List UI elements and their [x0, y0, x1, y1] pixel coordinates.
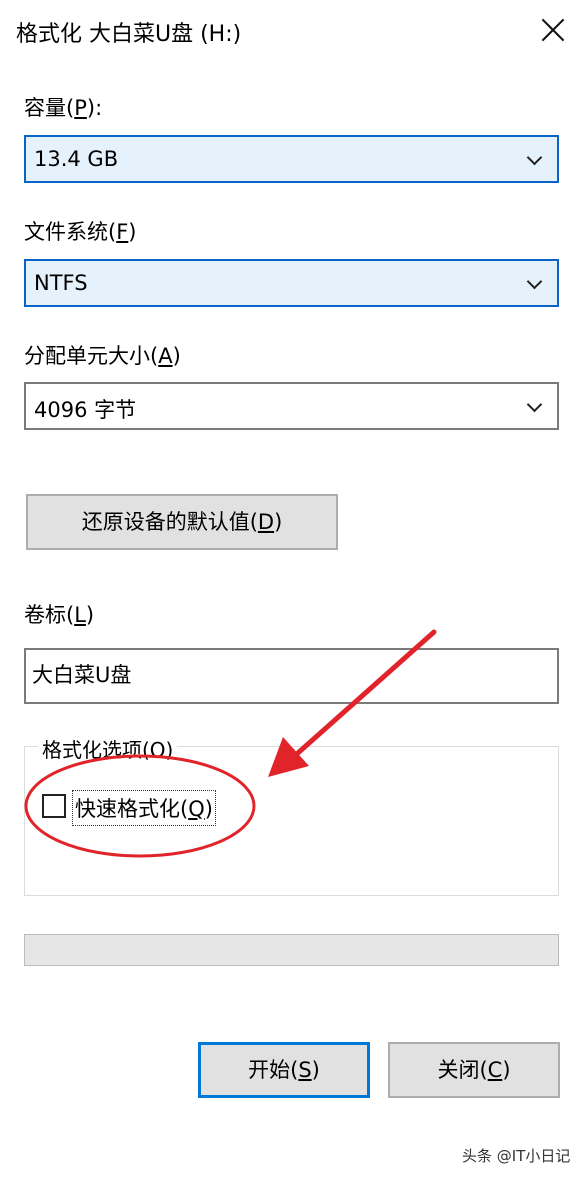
window-title: 格式化 大白菜U盘 (H:)	[16, 22, 242, 47]
close-button[interactable]: 关闭(C)	[388, 1042, 560, 1098]
volume-label-field[interactable]	[24, 648, 559, 704]
restore-defaults-button[interactable]: 还原设备的默认值(D)	[26, 494, 338, 550]
format-dialog: 格式化 大白菜U盘 (H:) 容量(P): 13.4 GB 文件系统(F) NT…	[0, 0, 586, 1178]
start-button[interactable]: 开始(S)	[198, 1042, 370, 1098]
allocation-select[interactable]: 4096 字节	[24, 382, 559, 430]
capacity-select[interactable]: 13.4 GB	[24, 135, 559, 183]
format-options-legend: 格式化选项(O)	[38, 734, 178, 763]
filesystem-select[interactable]: NTFS	[24, 259, 559, 307]
allocation-value: 4096 字节	[34, 398, 137, 422]
chevron-down-icon	[526, 149, 543, 166]
format-progress-bar	[24, 934, 559, 966]
capacity-label: 容量(P):	[24, 96, 103, 120]
title-bar: 格式化 大白菜U盘 (H:)	[0, 0, 586, 62]
allocation-label: 分配单元大小(A)	[24, 344, 181, 368]
chevron-down-icon	[526, 396, 543, 413]
quick-format-label[interactable]: 快速格式化(Q)	[72, 790, 216, 826]
chevron-down-icon	[526, 273, 543, 290]
close-icon[interactable]	[538, 15, 568, 45]
volume-label-input[interactable]	[32, 662, 547, 686]
filesystem-value: NTFS	[34, 271, 88, 295]
quick-format-checkbox[interactable]	[42, 794, 66, 818]
filesystem-label: 文件系统(F)	[24, 220, 137, 244]
watermark: 头条 @IT小日记	[462, 1147, 571, 1165]
capacity-value: 13.4 GB	[34, 147, 119, 171]
volume-label-label: 卷标(L)	[24, 603, 95, 627]
